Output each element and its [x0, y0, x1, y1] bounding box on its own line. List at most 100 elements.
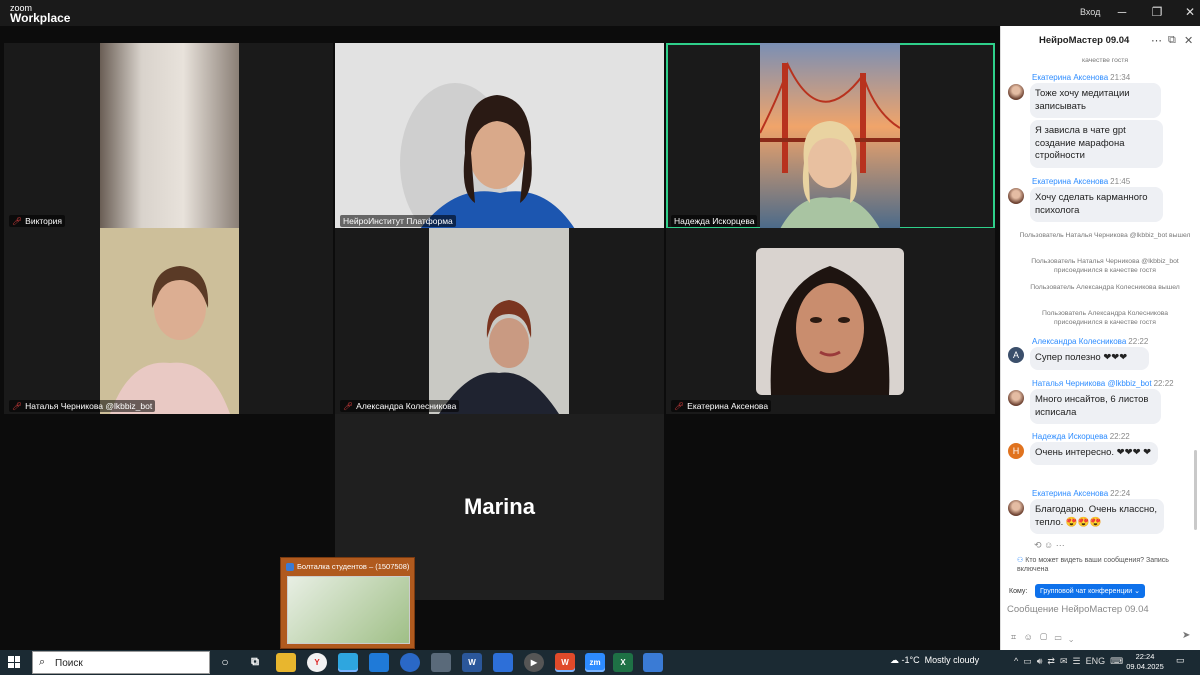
popup-title: Болталка студентов – (1507508) — [286, 562, 409, 572]
system-message: качестве гостя — [1081, 57, 1129, 64]
yandex-browser-icon[interactable]: Y — [307, 653, 327, 672]
clock-date: 09.04.2025 — [1126, 662, 1164, 671]
visibility-notice[interactable]: ⚇ Кто может видеть ваши сообщения? Запись… — [1017, 556, 1195, 574]
mic-muted-icon: 🎤︎ — [674, 402, 685, 411]
message-sender: Екатерина Аксенова 22:24 — [1032, 489, 1131, 498]
signin-button[interactable]: Вход — [1080, 7, 1100, 17]
video-tile[interactable]: НейроИнститут Платформа — [335, 43, 664, 229]
taskbar: ⌕ Поиск ○ ⧉ Y W ▶ W zm X ☁ -1°C Mostly c… — [0, 650, 1200, 675]
language-indicator[interactable]: ENG — [1086, 656, 1106, 666]
mic-muted-icon: 🎤︎ — [12, 402, 23, 411]
message-sender: Екатерина Аксенова 21:34 — [1032, 73, 1131, 82]
chat-header: НейроМастер 09.04 ⋯ ⧉ ✕ — [1001, 26, 1200, 56]
title-bar: zoom Workplace Вход ─ ❐ ✕ — [0, 0, 1200, 26]
mail-icon[interactable] — [369, 653, 389, 672]
close-icon[interactable]: ✕ — [1182, 5, 1198, 19]
video-feed — [760, 43, 900, 229]
excel-icon[interactable]: X — [613, 653, 633, 672]
video-gallery: 🎤︎ Виктория НейроИнститут Платформа Наде… — [0, 26, 1000, 650]
avatar — [1008, 84, 1024, 100]
minimize-icon[interactable]: ─ — [1114, 5, 1130, 19]
media-player-icon[interactable]: ▶ — [524, 653, 544, 672]
video-feed — [335, 43, 664, 229]
message-input[interactable]: Сообщение НейроМастер 09.04 — [1007, 604, 1193, 615]
telegram-icon — [286, 563, 294, 572]
participant-name: 🎤︎ Екатерина Аксенова — [671, 400, 772, 412]
brand-name: Workplace — [10, 11, 71, 25]
chat-title: НейроМастер 09.04 — [1039, 35, 1130, 46]
video-app-icon[interactable] — [493, 653, 513, 672]
video-feed — [100, 43, 239, 229]
message-sender: Надежда Искорцева 22:22 — [1032, 432, 1130, 441]
people-icon: ⚇ — [1017, 557, 1024, 564]
system-message: Пользователь Александра Колесникова выше… — [1030, 284, 1180, 291]
close-chat-icon[interactable]: ✕ — [1184, 34, 1193, 47]
recipient-dropdown[interactable]: Групповой чат конференции ⌄ — [1035, 584, 1145, 598]
person-silhouette-icon — [760, 43, 900, 229]
participant-name: 🎤︎ Виктория — [9, 215, 65, 227]
to-label: Кому: — [1009, 588, 1028, 595]
send-icon[interactable]: ➤ — [1182, 630, 1190, 641]
video-tile[interactable]: 🎤︎ Екатерина Аксенова — [666, 228, 995, 414]
presentation-app-icon[interactable]: W — [555, 653, 575, 672]
telegram-icon[interactable] — [338, 653, 358, 672]
chat-bubble: Я зависла в чате gpt создание марафона с… — [1030, 120, 1163, 168]
taskbar-search[interactable]: ⌕ Поиск — [32, 651, 210, 674]
participant-name: 🎤︎ Александра Колесникова — [340, 400, 460, 412]
file-explorer-icon[interactable] — [276, 653, 296, 672]
notification-icon[interactable]: ▭ — [1176, 655, 1185, 666]
video-tile[interactable]: 🎤︎ Наталья Черникова @lkbbiz_bot — [4, 228, 333, 414]
avatar: H — [1008, 443, 1024, 459]
video-feed — [429, 228, 569, 414]
avatar — [1008, 188, 1024, 204]
calendar-app-icon[interactable] — [643, 653, 663, 672]
participant-name: Надежда Искорцева — [671, 215, 758, 227]
clock[interactable]: 22:24 09.04.2025 — [1126, 652, 1164, 672]
participant-name-large: Marina — [464, 494, 535, 519]
maximize-icon[interactable]: ❐ — [1149, 5, 1165, 19]
chat-bubble: Много инсайтов, 6 листов исписала — [1030, 389, 1161, 424]
windows-start-icon[interactable] — [8, 656, 20, 668]
tray-icons[interactable]: ^ ▭ 🔊︎ ⇄ ✉ ☰ — [1014, 656, 1086, 666]
edge-icon[interactable] — [400, 653, 420, 672]
avatar — [1008, 500, 1024, 516]
clock-time: 22:24 — [1135, 652, 1155, 661]
word-icon[interactable]: W — [462, 653, 482, 672]
more-options-icon[interactable]: ⋯ — [1151, 34, 1162, 47]
cloud-icon: ☁ — [890, 655, 899, 665]
person-silhouette-icon — [756, 248, 904, 395]
video-tile[interactable]: 🎤︎ Александра Колесникова — [335, 228, 664, 414]
chat-panel: НейроМастер 09.04 ⋯ ⧉ ✕ качестве гостя Е… — [1000, 26, 1200, 650]
message-actions[interactable]: ⟲ ☺ ⋯ — [1034, 540, 1065, 551]
task-view-icon[interactable]: ⧉ — [245, 653, 265, 672]
message-sender: Екатерина Аксенова 21:45 — [1032, 177, 1131, 186]
avatar — [1008, 390, 1024, 406]
zoom-logo: zoom Workplace — [10, 3, 71, 25]
participant-name: НейроИнститут Платформа — [340, 215, 456, 227]
chat-bubble: Очень интересно. ❤❤❤ ❤ — [1030, 442, 1158, 465]
avatar: A — [1008, 347, 1024, 363]
system-tray[interactable]: ^ ▭ 🔊︎ ⇄ ✉ ☰ ENG ⌨ — [1014, 656, 1123, 667]
cortana-icon[interactable]: ○ — [215, 653, 235, 672]
zoom-taskbar-icon[interactable]: zm — [585, 653, 605, 672]
message-sender: Наталья Черникова @lkbbiz_bot 22:22 — [1032, 379, 1174, 388]
weather-widget[interactable]: ☁ -1°C Mostly cloudy — [890, 655, 979, 666]
chat-scrollbar[interactable] — [1194, 450, 1197, 530]
chat-bubble: Тоже хочу медитации записывать — [1030, 83, 1161, 118]
participant-name: 🎤︎ Наталья Черникова @lkbbiz_bot — [9, 400, 156, 412]
system-message: Пользователь Наталья Черникова @lkbbiz_b… — [1031, 258, 1179, 274]
composer-toolbar[interactable]: ⌗ ☺ ▢ ▭ ⌄ — [1011, 632, 1073, 643]
taskbar-preview-popup[interactable]: Болталка студентов – (1507508) — [280, 557, 415, 649]
video-feed — [100, 228, 239, 414]
pop-out-icon[interactable]: ⧉ — [1168, 34, 1176, 47]
mic-muted-icon: 🎤︎ — [343, 402, 354, 411]
video-tile[interactable]: 🎤︎ Виктория — [4, 43, 333, 229]
window-thumbnail[interactable] — [287, 576, 410, 644]
chat-bubble: Супер полезно ❤❤❤ — [1030, 347, 1149, 370]
chat-messages: качестве гостя Екатерина Аксенова 21:34 Т… — [1001, 56, 1193, 556]
search-placeholder: Поиск — [55, 658, 83, 669]
search-icon: ⌕ — [39, 656, 46, 668]
video-tile-active-speaker[interactable]: Надежда Искорцева — [666, 43, 995, 229]
chat-bubble: Хочу сделать карманного психолога — [1030, 187, 1163, 222]
store-icon[interactable] — [431, 653, 451, 672]
